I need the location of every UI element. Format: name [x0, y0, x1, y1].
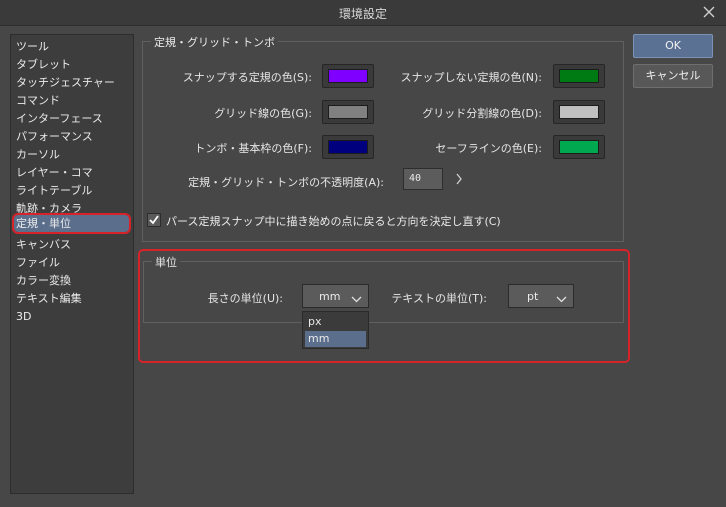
tombo-color-swatch: [328, 140, 368, 154]
nosnap-color-label: スナップしない定規の色(N):: [400, 71, 542, 84]
nosnap-color-button[interactable]: [553, 64, 605, 88]
opacity-label: 定規・グリッド・トンボの不透明度(A):: [188, 176, 384, 189]
length-unit-value: mm: [319, 290, 341, 303]
option-px[interactable]: px: [305, 314, 366, 330]
sidebar-item-canvas[interactable]: キャンバス: [16, 236, 71, 253]
cancel-button[interactable]: キャンセル: [633, 64, 713, 88]
chevron-down-icon: [351, 293, 362, 306]
grid-div-color-button[interactable]: [553, 100, 605, 124]
ok-button[interactable]: OK: [633, 34, 713, 58]
grid-color-swatch: [328, 105, 368, 119]
sidebar-item-tool[interactable]: ツール: [16, 38, 49, 55]
snap-color-button[interactable]: [322, 64, 374, 88]
tombo-color-label: トンボ・基本枠の色(F):: [194, 142, 312, 155]
perspective-checkbox[interactable]: [147, 213, 161, 227]
sidebar-item-3d[interactable]: 3D: [16, 308, 31, 325]
snap-color-label: スナップする定規の色(S):: [182, 71, 312, 84]
grid-div-color-label: グリッド分割線の色(D):: [422, 107, 542, 120]
sidebar-item-cursor[interactable]: カーソル: [16, 146, 60, 163]
grid-color-button[interactable]: [322, 100, 374, 124]
sidebar-item-lighttable[interactable]: ライトテーブル: [16, 182, 92, 199]
safe-color-swatch: [559, 140, 599, 154]
safe-color-button[interactable]: [553, 135, 605, 159]
sidebar-item-ruler-unit[interactable]: 定規・単位: [12, 213, 131, 234]
snap-color-swatch: [328, 69, 368, 83]
text-unit-label: テキストの単位(T):: [391, 292, 487, 305]
sidebar-item-interface[interactable]: インターフェース: [16, 110, 103, 127]
length-unit-label: 長さの単位(U):: [207, 292, 283, 305]
nosnap-color-swatch: [559, 69, 599, 83]
checkmark-icon: [149, 215, 159, 225]
chevron-right-icon[interactable]: [455, 173, 463, 188]
unit-group-title: 単位: [152, 254, 180, 270]
sidebar-item-performance[interactable]: パフォーマンス: [16, 128, 93, 145]
text-unit-dropdown[interactable]: pt: [508, 284, 574, 308]
length-unit-options: px mm: [302, 311, 369, 349]
sidebar-item-layer[interactable]: レイヤー・コマ: [16, 164, 93, 181]
text-unit-value: pt: [527, 290, 539, 303]
opacity-input[interactable]: 40: [403, 168, 443, 190]
category-list: ツール タブレット タッチジェスチャー コマンド インターフェース パフォーマン…: [10, 34, 134, 494]
sidebar-item-color-convert[interactable]: カラー変換: [16, 272, 71, 289]
length-unit-dropdown[interactable]: mm: [302, 284, 369, 308]
sidebar-item-text-edit[interactable]: テキスト編集: [16, 290, 82, 307]
safe-color-label: セーフラインの色(E):: [435, 142, 542, 155]
chevron-down-icon: [556, 293, 567, 306]
grid-color-label: グリッド線の色(G):: [214, 107, 312, 120]
window-title: 環境設定: [338, 7, 387, 21]
ruler-group-title: 定規・グリッド・トンボ: [151, 34, 278, 50]
sidebar-item-file[interactable]: ファイル: [16, 254, 60, 271]
title-bar: 環境設定: [0, 0, 726, 26]
option-mm[interactable]: mm: [305, 331, 366, 347]
tombo-color-button[interactable]: [322, 135, 374, 159]
close-icon[interactable]: [700, 3, 718, 21]
sidebar-item-touch[interactable]: タッチジェスチャー: [16, 74, 115, 91]
grid-div-color-swatch: [559, 105, 599, 119]
sidebar-item-command[interactable]: コマンド: [16, 92, 60, 109]
perspective-checkbox-label: パース定規スナップ中に描き始めの点に戻ると方向を決定し直す(C): [166, 215, 501, 228]
sidebar-item-tablet[interactable]: タブレット: [16, 56, 71, 73]
